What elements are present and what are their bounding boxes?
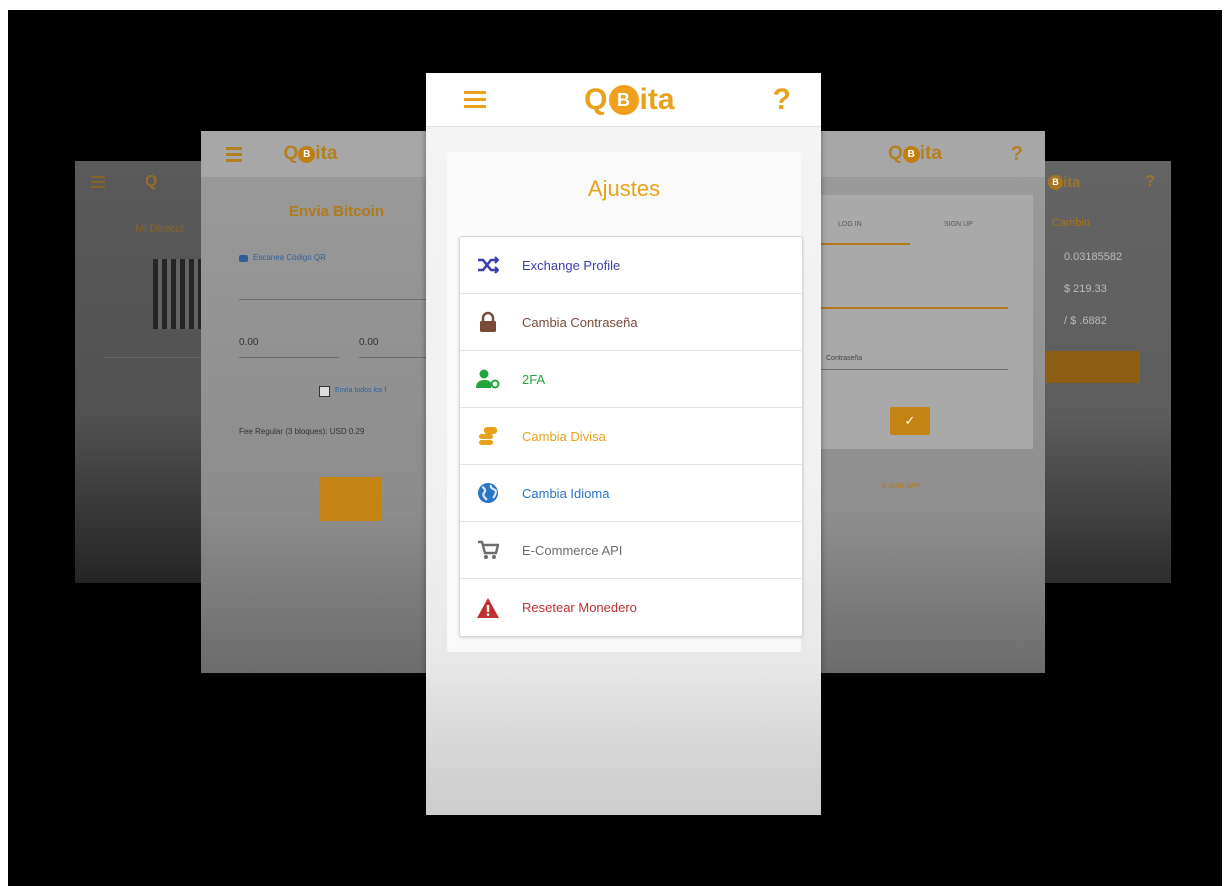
send-bitcoin-screen-preview: Q B ita Envia Bitcoin Escanea Código QR … — [201, 131, 429, 673]
page-title: Ajustes — [587, 176, 661, 201]
menu-item-2fa[interactable]: 2FA — [460, 351, 802, 408]
brand-logo: Q — [145, 173, 158, 190]
scan-qr-link: Escanea Código QR — [253, 253, 326, 262]
rate-value-1: 0.03185582 — [1064, 251, 1123, 263]
farright-title: Cambio — [1052, 217, 1090, 229]
rate-value-3: / $ .6882 — [1064, 315, 1107, 327]
fee-label: Fee Regular (3 bloques): USD 0.29 — [239, 427, 365, 436]
password-label: Contraseña — [826, 355, 863, 362]
menu-item-label: Resetear Monedero — [522, 600, 637, 615]
left-header: Q B ita — [201, 131, 429, 177]
send-all-label: Envia todos los f — [335, 387, 387, 394]
settings-menu: Exchange Profile Cambia Contraseña 2FA C… — [459, 236, 803, 637]
tab-login: LOG IN — [838, 221, 862, 228]
menu-item-change-currency[interactable]: Cambia Divisa — [460, 408, 802, 465]
backdrop: Q Mi Direcci B ita ? Cambio 0.03185582 $… — [8, 10, 1222, 886]
menu-item-exchange-profile[interactable]: Exchange Profile — [460, 237, 802, 294]
globe-icon — [476, 481, 500, 505]
menu-item-reset-wallet[interactable]: Resetear Monedero — [460, 579, 802, 636]
brand-logo: Q B ita — [584, 82, 675, 116]
login-screen-preview: Q B ita ? LOG IN SIGN UP Contraseña ✓ E-… — [818, 131, 1045, 673]
amount-usd: 0.00 — [239, 337, 259, 348]
camera-icon — [239, 255, 248, 262]
amount-underline — [359, 357, 429, 358]
menu-item-label: Cambia Contraseña — [522, 314, 638, 330]
app-header: Q B ita ? — [426, 73, 821, 127]
bitcoin-coin-icon: B — [608, 84, 639, 115]
coins-icon — [476, 424, 500, 448]
bottom-fade — [426, 635, 821, 815]
settings-card: Ajustes Exchange Profile Cambia Contrase… — [447, 152, 803, 652]
rate-value-2: $ 219.33 — [1064, 283, 1107, 295]
send-all-checkbox — [319, 386, 330, 397]
menu-item-label: E-Commerce API — [522, 542, 623, 558]
amount-btc: 0.00 — [359, 337, 379, 348]
tab-signup: SIGN UP — [944, 221, 973, 228]
brand-logo: B ita — [1048, 174, 1081, 191]
shuffle-icon — [476, 253, 500, 277]
settings-screen: Q B ita ? Ajustes Exchange Profile Cambi… — [426, 73, 821, 815]
warning-icon — [476, 596, 500, 620]
menu-icon[interactable] — [464, 87, 486, 112]
address-field-underline — [239, 299, 429, 300]
send-button — [319, 477, 382, 521]
menu-item-change-password[interactable]: Cambia Contraseña — [460, 294, 802, 351]
right-header: Q B ita ? — [818, 131, 1045, 177]
menu-icon — [226, 144, 242, 165]
lock-icon — [476, 310, 500, 334]
help-icon: ? — [1010, 142, 1023, 165]
menu-item-change-language[interactable]: Cambia Idioma — [460, 465, 802, 522]
amount-underline — [239, 357, 339, 358]
help-icon: ? — [1145, 173, 1155, 190]
farleft-title: Mi Direcci — [135, 223, 184, 235]
password-underline — [818, 369, 1008, 370]
help-icon[interactable]: ? — [773, 83, 791, 117]
menu-item-label: Cambia Idioma — [522, 485, 610, 501]
user-key-icon — [476, 367, 500, 391]
login-submit-button: ✓ — [890, 407, 930, 435]
cart-icon — [476, 538, 500, 562]
menu-item-label: Cambia Divisa — [522, 428, 606, 444]
menu-item-label: Exchange Profile — [522, 257, 621, 273]
brand-logo: Q B ita — [888, 143, 942, 164]
menu-item-label: 2FA — [522, 371, 546, 387]
menu-item-ecommerce-api[interactable]: E-Commerce API — [460, 522, 802, 579]
qr-code-icon — [153, 259, 205, 329]
active-tab-indicator — [818, 243, 910, 245]
menu-icon — [91, 173, 105, 191]
brand-logo: Q B ita — [283, 143, 338, 164]
send-title: Envia Bitcoin — [289, 203, 385, 220]
email-underline — [818, 307, 1008, 309]
email-app-link: E-MAIL APP — [882, 483, 921, 490]
